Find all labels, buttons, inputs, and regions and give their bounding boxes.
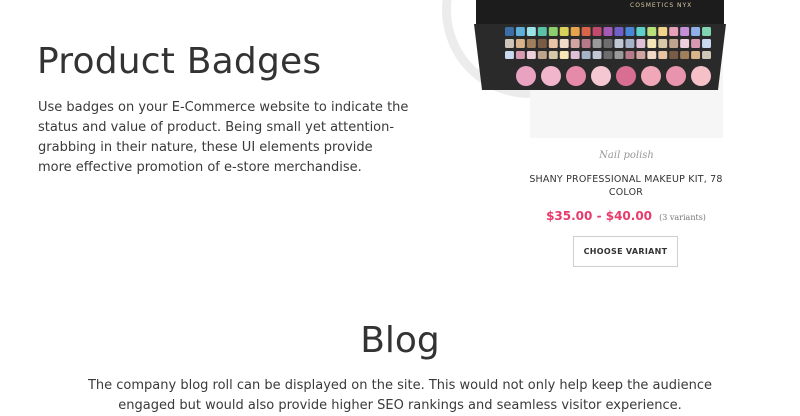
eyeshadow-pan [559,27,569,36]
eyeshadow-pan [636,51,646,59]
choose-variant-button[interactable]: CHOOSE VARIANT [573,236,678,267]
eyeshadow-pan [614,27,624,36]
eyeshadow-pan [603,51,613,59]
eyeshadow-pan [625,39,635,48]
blush-pan [616,66,636,86]
eyeshadow-pan [537,27,547,36]
product-badges-heading: Product Badges [37,41,322,82]
eyeshadow-pan [515,51,525,59]
product-name-link[interactable]: SHANY PROFESSIONAL MAKEUP KIT, 78 COLOR [522,173,730,199]
product-card: COSMETICS NYX Nail polish SHANY PROFESSI… [430,0,800,290]
eyeshadow-pan [625,51,635,59]
eyeshadow-pan [658,27,668,36]
blog-heading: Blog [360,320,440,361]
blush-pan [566,66,586,86]
blush-pan [591,66,611,86]
eyeshadow-pan [680,27,690,36]
eyeshadow-pan [636,39,646,48]
product-price-row: $35.00 - $40.00 (3 variants) [522,205,730,224]
eyeshadow-pan [526,27,536,36]
eyeshadow-pan [691,27,701,36]
eyeshadow-pan [592,51,602,59]
eyeshadow-pan [537,39,547,48]
eyeshadow-pan [505,27,514,36]
eyeshadow-pan [647,27,657,36]
eyeshadow-pan [548,27,558,36]
eyeshadow-pan [505,39,514,48]
eyeshadow-pan [680,51,690,59]
product-price: $35.00 - $40.00 [546,209,653,223]
eyeshadow-pan [537,51,547,59]
eyeshadow-pan [570,27,580,36]
blush-pan [541,66,561,86]
eyeshadow-pan [669,27,679,36]
blush-pan [516,66,536,86]
eyeshadow-pan [658,51,668,59]
eyeshadow-pan [581,39,591,48]
eyeshadow-pan [680,39,690,48]
eyeshadow-pan [647,51,657,59]
eyeshadow-pan [647,39,657,48]
eyeshadow-pan [614,39,624,48]
eyeshadow-pan [669,39,679,48]
blush-pan [691,66,711,86]
eyeshadow-pan [702,51,711,59]
eyeshadow-pan [559,51,569,59]
eyeshadow-pan [658,39,668,48]
eyeshadow-pan [526,39,536,48]
eyeshadow-pan [636,27,646,36]
eyeshadow-pan [548,39,558,48]
eyeshadow-pan [515,27,525,36]
eyeshadow-pan [592,39,602,48]
eyeshadow-pan [702,39,711,48]
eyeshadow-pan [526,51,536,59]
eyeshadow-pan [515,39,525,48]
blush-pan [641,66,661,86]
eyeshadow-pan [505,51,514,59]
blush-pan [666,66,686,86]
palette-brand-text: COSMETICS NYX [630,2,692,9]
eyeshadow-pan [702,27,711,36]
eyeshadow-pan [581,51,591,59]
makeup-palette-image[interactable]: COSMETICS NYX [474,0,726,96]
eyeshadow-pan [570,51,580,59]
blog-description: The company blog roll can be displayed o… [87,378,713,413]
eyeshadow-pan [570,39,580,48]
product-category[interactable]: Nail polish [530,150,723,161]
eyeshadow-pan [603,39,613,48]
eyeshadow-pan [603,27,613,36]
eyeshadow-pan [581,27,591,36]
eyeshadow-pan [691,39,701,48]
eyeshadow-pan [691,51,701,59]
product-badges-description: Use badges on your E-Commerce website to… [38,100,409,175]
eyeshadow-pan [548,51,558,59]
eyeshadow-pan [669,51,679,59]
eyeshadow-pan [592,27,602,36]
product-variants-count: (3 variants) [659,213,706,222]
eyeshadow-pan [559,39,569,48]
eyeshadow-pan [625,27,635,36]
eyeshadow-pan [614,51,624,59]
